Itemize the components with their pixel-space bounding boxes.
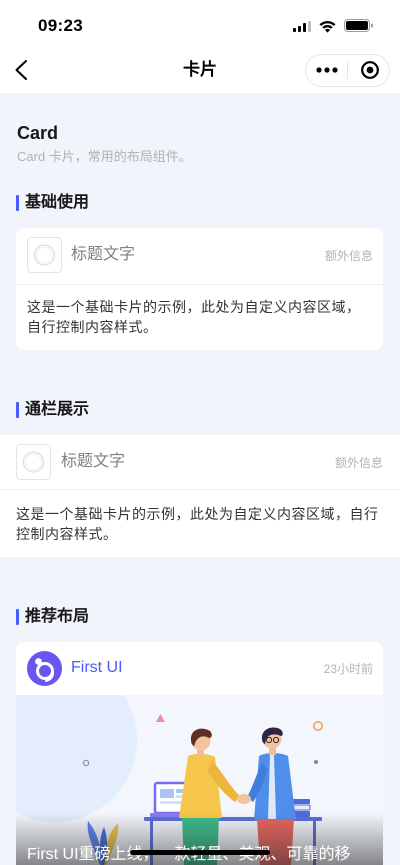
exit-icon: [361, 61, 379, 79]
wifi-dot: [324, 28, 331, 33]
card-timestamp: 23小时前: [323, 662, 373, 676]
card-avatar-icon: [16, 444, 51, 480]
back-button[interactable]: [10, 57, 34, 83]
laptop-screen-content: [160, 789, 174, 798]
section-accent-bar: [16, 402, 19, 418]
component-title: Card: [17, 123, 59, 143]
card-divider: [16, 284, 383, 285]
more-icon: [316, 67, 338, 73]
card-body-text: 这是一个基础卡片的示例，此处为自定义内容区域，自行控制内容样式。: [16, 506, 379, 542]
more-button[interactable]: [316, 67, 338, 73]
first-ui-logo-icon: [27, 651, 62, 686]
back-chevron-icon: [15, 60, 27, 80]
section-accent-bar: [16, 609, 19, 625]
battery-icon: [344, 19, 373, 32]
battery-nub: [371, 23, 373, 28]
section-heading-basic: 基础使用: [16, 192, 316, 214]
page-title: 卡片: [183, 60, 217, 79]
battery-level: [346, 21, 368, 30]
home-indicator: [130, 850, 270, 855]
wifi-icon: [319, 20, 336, 33]
mini-program-capsule: [305, 54, 390, 87]
section-accent-bar: [16, 195, 19, 211]
status-time: 09:23: [38, 16, 83, 35]
card-title: First UI: [71, 659, 123, 676]
section-heading-text: 基础使用: [25, 194, 90, 211]
card-avatar-icon: [27, 237, 62, 273]
navigation-bar: 卡片: [0, 45, 400, 93]
card-image-caption: First UI重磅上线，一款轻量、美观、可靠的移: [27, 846, 351, 863]
signal-bar: [308, 20, 311, 32]
section-heading-recommended: 推荐布局: [16, 606, 316, 628]
card-extra-info: 额外信息: [324, 249, 373, 263]
full-width-card[interactable]: 标题文字 额外信息 这是一个基础卡片的示例，此处为自定义内容区域，自行控制内容样…: [0, 435, 400, 557]
card-title: 标题文字: [61, 453, 126, 470]
card-demo-page: 09:23 卡片 Card Card 卡片，常用的布局组件。 基础使用 标题文字…: [0, 0, 400, 865]
exit-button[interactable]: [360, 60, 380, 80]
capsule-divider: [347, 62, 348, 79]
card-extra-info: 额外信息: [334, 456, 383, 470]
signal-bar: [303, 23, 306, 32]
recommended-card[interactable]: First UI 23小时前 First: [16, 642, 383, 865]
basic-card[interactable]: 标题文字 额外信息 这是一个基础卡片的示例，此处为自定义内容区域，自行控制内容样…: [16, 228, 383, 350]
section-heading-text: 推荐布局: [25, 608, 90, 625]
card-divider: [0, 489, 400, 490]
section-heading-full-width: 通栏展示: [16, 399, 316, 421]
signal-bar: [298, 25, 301, 32]
section-heading-text: 通栏展示: [25, 401, 90, 418]
status-bar: 09:23: [0, 0, 400, 45]
component-description: Card 卡片，常用的布局组件。: [17, 149, 192, 164]
illustration-handshake: [237, 794, 251, 804]
card-body-text: 这是一个基础卡片的示例，此处为自定义内容区域，自行控制内容样式。: [27, 299, 361, 335]
wifi-arc-middle: [322, 24, 333, 29]
card-image[interactable]: First UI重磅上线，一款轻量、美观、可靠的移: [16, 695, 383, 865]
card-title: 标题文字: [71, 246, 136, 263]
signal-icon: [293, 20, 312, 32]
signal-bar: [293, 28, 296, 32]
decor-dot: [314, 760, 318, 764]
